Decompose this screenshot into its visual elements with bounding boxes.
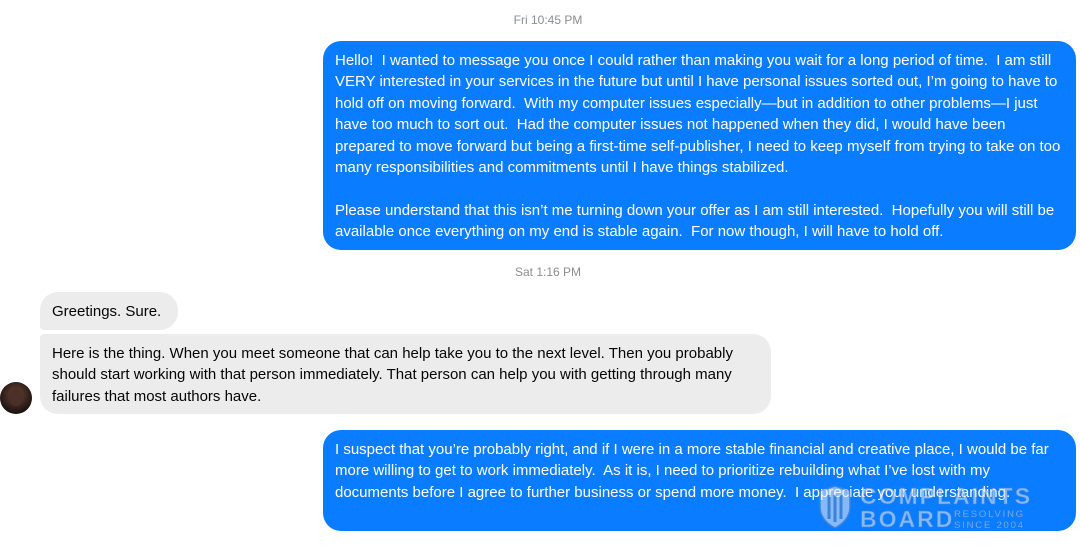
timestamp: Fri 10:45 PM bbox=[513, 13, 583, 27]
outgoing-message[interactable]: Hello! I wanted to message you once I co… bbox=[323, 41, 1076, 250]
incoming-message[interactable]: Greetings. Sure. bbox=[40, 292, 178, 330]
timestamp: Sat 1:16 PM bbox=[514, 265, 582, 279]
avatar-face bbox=[9, 389, 23, 406]
chat-thread: Fri 10:45 PM Hello! I wanted to message … bbox=[0, 0, 1080, 549]
outgoing-message[interactable]: I suspect that you’re probably right, an… bbox=[323, 430, 1076, 531]
incoming-message[interactable]: Here is the thing. When you meet someone… bbox=[40, 334, 771, 414]
contact-avatar[interactable] bbox=[0, 382, 32, 414]
